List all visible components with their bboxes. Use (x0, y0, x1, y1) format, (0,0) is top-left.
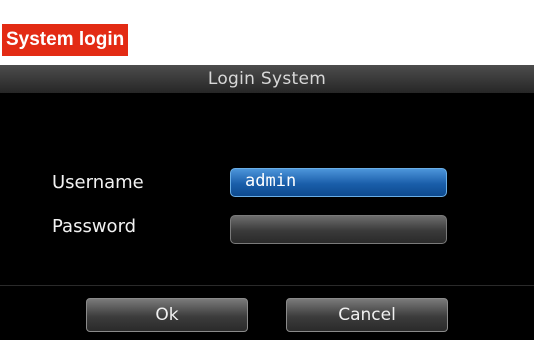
password-label: Password (52, 216, 137, 237)
section-label: System login (2, 24, 129, 56)
dialog-title: Login System (207, 69, 327, 89)
password-field[interactable] (230, 215, 447, 244)
login-dialog: Login System Username admin Password Ok … (0, 65, 534, 340)
username-value: admin (245, 171, 297, 191)
dialog-divider (0, 285, 534, 286)
username-field[interactable]: admin (230, 168, 447, 197)
ok-button[interactable]: Ok (86, 298, 248, 332)
cancel-button[interactable]: Cancel (286, 298, 448, 332)
username-label: Username (52, 172, 144, 193)
